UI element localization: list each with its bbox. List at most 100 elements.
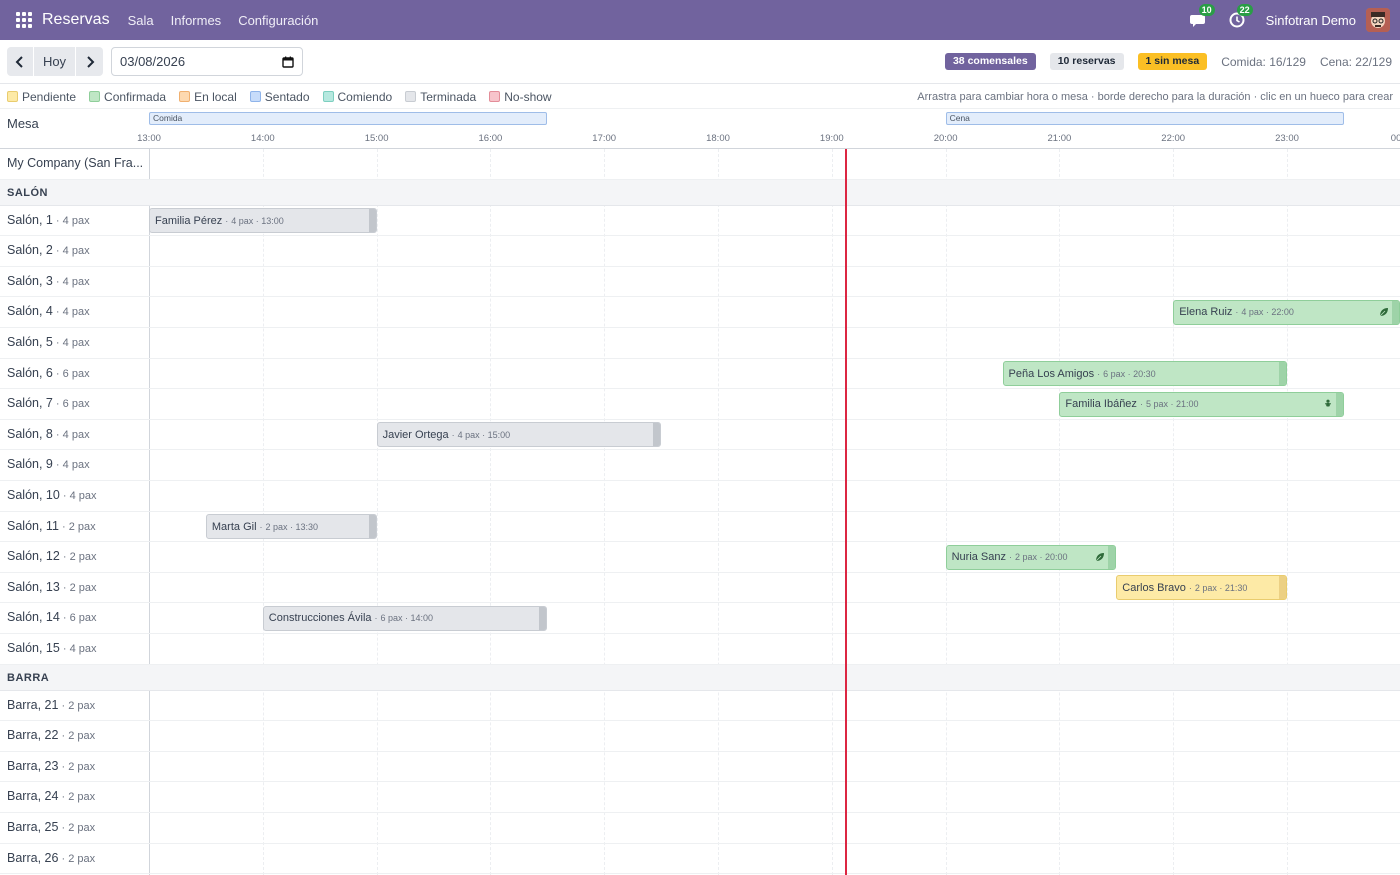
separator: · (59, 581, 70, 594)
resize-handle[interactable] (368, 209, 376, 233)
table-row[interactable]: Barra, 23 · 2 pax (0, 752, 1400, 783)
table-row[interactable]: My Company (San Fra... (0, 149, 1400, 180)
separator: · (59, 490, 70, 502)
table-capacity: 4 pax (62, 275, 90, 288)
reservation-block[interactable]: Elena Ruiz · 4 pax · 22:00 (1173, 299, 1400, 325)
table-capacity: 4 pax (69, 490, 97, 502)
area-group-name: BARRA (7, 671, 50, 684)
hour-tick-label: 23:00 (1275, 133, 1299, 144)
table-capacity: 2 pax (68, 760, 96, 773)
chevron-left-icon (15, 55, 23, 68)
table-row-label: Salón, 8 · 4 pax (7, 427, 90, 441)
calendar-icon[interactable] (282, 56, 294, 68)
diners-badge: 38 comensales (944, 53, 1036, 70)
table-capacity: 6 pax (62, 367, 90, 380)
reservation-block[interactable]: Nuria Sanz · 2 pax · 20:00 (945, 544, 1117, 570)
table-row[interactable]: Salón, 5 · 4 pax (0, 328, 1400, 359)
table-name: Barra, 22 (7, 728, 59, 743)
table-row-label: Salón, 10 · 4 pax (7, 488, 97, 502)
table-row[interactable]: Salón, 9 · 4 pax (0, 450, 1400, 481)
reservation-name: Peña Los Amigos (1008, 367, 1095, 380)
separator: · (225, 215, 229, 226)
menu-configuracion[interactable]: Configuración (238, 13, 318, 28)
table-row-label: Barra, 24 · 2 pax (7, 789, 95, 803)
legend-label: Comiendo (337, 89, 393, 104)
separator: · (52, 367, 63, 380)
table-row[interactable]: Barra, 25 · 2 pax (0, 813, 1400, 844)
table-row-label: Salón, 1 · 4 pax (7, 213, 90, 227)
table-row-label: Salón, 2 · 4 pax (7, 243, 90, 257)
date-picker-input[interactable]: 03/08/2026 (111, 47, 303, 76)
legend-item-en-local: En local (179, 90, 237, 104)
separator: · (58, 822, 69, 834)
reservation-block[interactable]: Marta Gil · 2 pax · 13:30 (205, 514, 377, 540)
table-capacity: 6 pax (62, 398, 90, 411)
table-name: Salón, 10 (7, 488, 60, 502)
resize-handle[interactable] (539, 606, 547, 630)
reservation-block[interactable]: Construcciones Ávila · 6 pax · 14:00 (262, 605, 548, 631)
table-row-label: Salón, 11 · 2 pax (7, 519, 96, 533)
reservation-details: 4 pax · 15:00 (457, 429, 511, 440)
table-capacity: 4 pax (62, 337, 90, 349)
timeline-body[interactable]: My Company (San Fra... SALÓN Salón, 1 · 4 … (0, 149, 1400, 875)
table-row-label: Salón, 14 · 6 pax (7, 610, 97, 624)
previous-day-button[interactable] (7, 47, 34, 76)
next-day-button[interactable] (76, 47, 103, 76)
table-capacity: 4 pax (62, 245, 90, 258)
table-row[interactable]: Barra, 22 · 2 pax (0, 721, 1400, 752)
table-row[interactable]: Barra, 24 · 2 pax (0, 782, 1400, 813)
table-row[interactable]: Salón, 3 · 4 pax (0, 267, 1400, 298)
resize-handle[interactable] (1278, 576, 1286, 600)
table-row[interactable]: Barra, 21 · 2 pax (0, 691, 1400, 722)
table-name: Salón, 1 (7, 212, 53, 227)
separator: · (58, 520, 69, 533)
reservation-block[interactable]: Javier Ortega · 4 pax · 15:00 (376, 422, 662, 448)
separator: · (52, 214, 63, 227)
table-row-label: My Company (San Fra... (7, 156, 143, 170)
table-row-label: Salón, 3 · 4 pax (7, 274, 90, 288)
user-menu-name[interactable]: Sinfotran Demo (1266, 13, 1356, 28)
table-name: Barra, 21 (7, 697, 59, 712)
app-brand[interactable]: Reservas (42, 11, 110, 29)
legend-item-sentado: Sentado (249, 90, 310, 104)
resize-handle[interactable] (1391, 300, 1399, 324)
reservation-block[interactable]: Familia Pérez · 4 pax · 13:00 (149, 208, 377, 234)
separator: · (52, 306, 63, 319)
legend-swatch (322, 91, 334, 102)
table-name: Salón, 12 (7, 549, 60, 564)
resize-handle[interactable] (1335, 392, 1343, 416)
table-row[interactable]: Barra, 26 · 2 pax (0, 844, 1400, 875)
reservation-details: 4 pax · 13:00 (231, 215, 284, 226)
table-row-label: Barra, 22 · 2 pax (7, 728, 95, 742)
reservation-timeline: Mesa Comida Cena 13:00 14:00 15:00 16:00 17:00… (0, 109, 1400, 875)
control-bar: Hoy 03/08/2026 38 comensales 10 reservas… (0, 40, 1400, 84)
table-capacity: 6 pax (69, 612, 97, 625)
apps-grid-icon[interactable] (16, 12, 32, 28)
activities-clock-icon[interactable]: 22 (1228, 4, 1253, 29)
menu-informes[interactable]: Informes (171, 13, 222, 28)
unassigned-badge[interactable]: 1 sin mesa (1137, 53, 1208, 70)
table-row[interactable]: Salón, 15 · 4 pax (0, 634, 1400, 665)
resize-handle[interactable] (368, 515, 376, 539)
table-row[interactable]: Salón, 8 · 4 pax (0, 420, 1400, 451)
reservation-block[interactable]: Familia Ibáñez · 5 pax · 21:00 (1059, 391, 1344, 417)
today-button[interactable]: Hoy (34, 47, 76, 76)
resize-handle[interactable] (1108, 545, 1116, 569)
user-avatar[interactable] (1366, 8, 1390, 32)
table-row-label: Salón, 15 · 4 pax (7, 641, 97, 655)
reservation-block[interactable]: Peña Los Amigos · 6 pax · 20:30 (1002, 361, 1287, 387)
legend-swatch (249, 91, 261, 102)
table-row[interactable]: Salón, 14 · 6 pax (0, 603, 1400, 634)
hour-tick-label: 13:00 (137, 133, 161, 144)
reservation-block[interactable]: Carlos Bravo · 2 pax · 21:30 (1116, 575, 1287, 601)
table-row[interactable]: Salón, 12 · 2 pax (0, 542, 1400, 573)
reservation-name: Familia Ibáñez (1065, 398, 1137, 411)
legend-swatch (179, 91, 191, 102)
menu-sala[interactable]: Sala (128, 13, 154, 28)
resize-handle[interactable] (653, 423, 661, 447)
messages-icon[interactable]: 10 (1189, 4, 1215, 29)
hour-tick-label: 00:00 (1390, 133, 1400, 144)
table-row[interactable]: Salón, 2 · 4 pax (0, 236, 1400, 267)
table-row[interactable]: Salón, 10 · 4 pax (0, 481, 1400, 512)
resize-handle[interactable] (1279, 362, 1286, 386)
